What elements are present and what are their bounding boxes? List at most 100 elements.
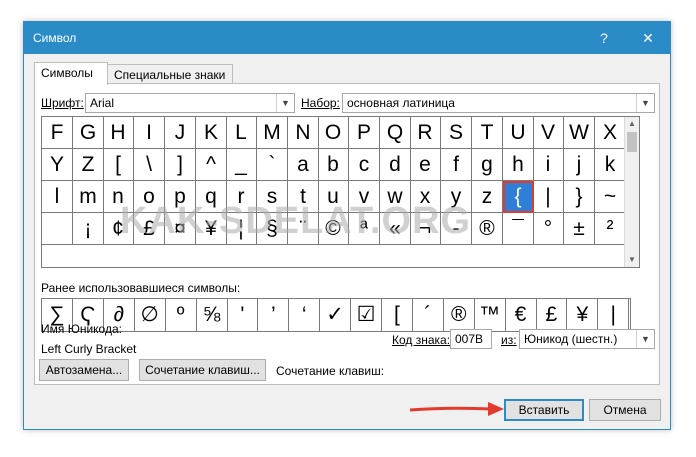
symbol-cell[interactable]: O: [318, 117, 349, 149]
symbol-cell[interactable]: v: [349, 181, 380, 213]
symbol-cell[interactable]: ~: [595, 181, 626, 213]
symbol-cell[interactable]: c: [349, 149, 380, 181]
symbol-cell[interactable]: ©: [318, 213, 349, 245]
symbol-cell[interactable]: d: [380, 149, 411, 181]
chevron-down-icon[interactable]: ▼: [636, 330, 654, 348]
recent-symbol-cell[interactable]: ‘: [289, 299, 321, 331]
grid-scrollbar[interactable]: ▲ ▼: [624, 117, 639, 267]
symbol-cell[interactable]: k: [595, 149, 626, 181]
symbol-cell[interactable]: p: [165, 181, 196, 213]
symbol-cell[interactable]: ¥: [196, 213, 227, 245]
subset-dropdown[interactable]: основная латиница ▼: [342, 93, 655, 113]
symbol-cell[interactable]: ¢: [103, 213, 134, 245]
symbol-cell[interactable]: ²: [595, 213, 626, 245]
symbol-cell[interactable]: L: [226, 117, 257, 149]
scroll-thumb[interactable]: [627, 132, 637, 152]
insert-button[interactable]: Вставить: [504, 399, 584, 421]
symbol-cell[interactable]: l: [42, 181, 73, 213]
help-button[interactable]: ?: [586, 22, 622, 54]
recent-symbol-cell[interactable]: [: [382, 299, 413, 331]
symbol-cell[interactable]: f: [441, 149, 472, 181]
symbol-cell[interactable]: ®: [472, 213, 503, 245]
symbol-cell[interactable]: _: [226, 149, 257, 181]
symbol-cell[interactable]: q: [196, 181, 227, 213]
symbol-cell[interactable]: -: [441, 213, 472, 245]
symbol-cell[interactable]: u: [318, 181, 349, 213]
symbol-cell[interactable]: n: [103, 181, 134, 213]
symbol-cell[interactable]: g: [472, 149, 503, 181]
symbol-cell[interactable]: t: [288, 181, 319, 213]
symbol-cell[interactable]: N: [288, 117, 319, 149]
symbol-cell[interactable]: i: [533, 149, 564, 181]
symbol-cell[interactable]: F: [42, 117, 73, 149]
symbol-cell[interactable]: {: [503, 181, 534, 213]
symbol-cell[interactable]: «: [380, 213, 411, 245]
symbol-cell[interactable]: [42, 213, 73, 245]
symbol-cell[interactable]: m: [73, 181, 104, 213]
recent-symbol-cell[interactable]: ’: [258, 299, 290, 331]
symbol-cell[interactable]: [: [103, 149, 134, 181]
recent-symbol-cell[interactable]: ⅝: [197, 299, 228, 331]
symbol-cell[interactable]: w: [380, 181, 411, 213]
recent-symbol-cell[interactable]: ™: [475, 299, 506, 331]
symbol-cell[interactable]: ]: [165, 149, 196, 181]
shortcut-key-button[interactable]: Сочетание клавиш...: [139, 359, 266, 381]
symbol-cell[interactable]: X: [595, 117, 626, 149]
symbol-cell[interactable]: ¨: [288, 213, 319, 245]
symbol-cell[interactable]: °: [533, 213, 564, 245]
char-code-input[interactable]: 007B: [450, 329, 492, 349]
symbol-cell[interactable]: r: [226, 181, 257, 213]
symbol-cell[interactable]: ¯: [503, 213, 534, 245]
symbol-grid[interactable]: F G H I J K L M N O P Q R S T U V W X Y Z[\] ^ _ ` a b c d e f g h i j k l m…: [41, 116, 640, 268]
chevron-down-icon[interactable]: ▼: [276, 94, 294, 112]
chevron-down-icon[interactable]: ▼: [636, 94, 654, 112]
symbol-cell[interactable]: I: [134, 117, 165, 149]
tab-special-characters[interactable]: Специальные знаки: [107, 64, 233, 84]
cancel-button[interactable]: Отмена: [589, 399, 661, 421]
symbol-cell[interactable]: a: [288, 149, 319, 181]
symbol-cell[interactable]: J: [165, 117, 196, 149]
encoding-dropdown[interactable]: Юникод (шестн.) ▼: [519, 329, 655, 349]
scroll-down-icon[interactable]: ▼: [625, 253, 639, 267]
recent-symbol-cell[interactable]: ✓: [320, 299, 352, 331]
recent-symbol-cell[interactable]: ☑: [351, 299, 382, 331]
symbol-cell[interactable]: ¡: [73, 213, 104, 245]
font-dropdown[interactable]: Arial ▼: [85, 93, 295, 113]
symbol-cell[interactable]: ^: [196, 149, 227, 181]
symbol-cell[interactable]: j: [564, 149, 595, 181]
symbol-cell[interactable]: \: [134, 149, 165, 181]
symbol-cell[interactable]: S: [441, 117, 472, 149]
title-bar[interactable]: Символ ? ✕: [24, 22, 670, 54]
symbol-cell[interactable]: s: [257, 181, 288, 213]
symbol-cell[interactable]: z: [472, 181, 503, 213]
symbol-cell[interactable]: b: [318, 149, 349, 181]
scroll-up-icon[interactable]: ▲: [625, 117, 639, 131]
close-button[interactable]: ✕: [630, 22, 666, 54]
symbol-cell[interactable]: U: [503, 117, 534, 149]
symbol-cell[interactable]: H: [103, 117, 134, 149]
recent-symbol-cell[interactable]: ∅: [135, 299, 166, 331]
recent-symbol-cell[interactable]: £: [536, 299, 568, 331]
recent-symbol-cell[interactable]: ¥: [567, 299, 599, 331]
symbol-cell[interactable]: £: [134, 213, 165, 245]
tab-symbols[interactable]: Символы: [34, 62, 108, 85]
symbol-cell[interactable]: y: [441, 181, 472, 213]
symbol-cell[interactable]: `: [257, 149, 288, 181]
recent-symbol-cell[interactable]: ´: [413, 299, 444, 331]
recent-symbol-cell[interactable]: ®: [444, 299, 475, 331]
symbol-cell[interactable]: Z: [73, 149, 104, 181]
symbol-cell[interactable]: x: [410, 181, 441, 213]
symbol-cell[interactable]: |: [533, 181, 564, 213]
symbol-cell[interactable]: h: [503, 149, 534, 181]
symbol-cell[interactable]: Q: [380, 117, 411, 149]
symbol-cell[interactable]: }: [564, 181, 595, 213]
symbol-cell[interactable]: e: [410, 149, 441, 181]
autocorrect-button[interactable]: Автозамена...: [39, 359, 129, 381]
symbol-cell[interactable]: ±: [564, 213, 595, 245]
symbol-cell[interactable]: W: [564, 117, 595, 149]
symbol-cell[interactable]: T: [472, 117, 503, 149]
recent-symbol-cell[interactable]: €: [506, 299, 537, 331]
symbol-cell[interactable]: ¤: [165, 213, 196, 245]
recent-symbol-cell[interactable]: º: [166, 299, 197, 331]
symbol-cell[interactable]: R: [410, 117, 441, 149]
